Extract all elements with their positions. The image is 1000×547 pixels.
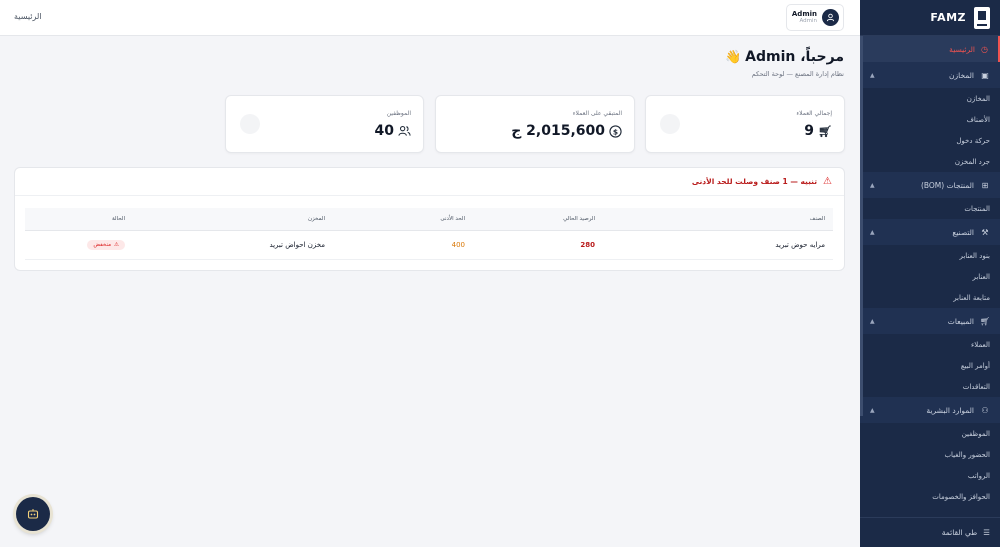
box-icon: ▣ bbox=[981, 70, 989, 80]
sidebar-item-ward-items[interactable]: بنود العنابر bbox=[860, 245, 1000, 266]
user-name: Admin bbox=[791, 9, 817, 18]
sidebar-group-label: المبيعات bbox=[947, 316, 974, 326]
cell-current-balance: 280 bbox=[473, 230, 603, 260]
alert-title: تنبيه — 1 صنف وصلت للحد الأدنى bbox=[691, 177, 818, 186]
stat-number: 2,015,600 ج bbox=[511, 123, 605, 139]
user-info: Admin Admin bbox=[791, 9, 817, 25]
sidebar-scrollbar[interactable] bbox=[860, 36, 863, 416]
sidebar-item-inventory[interactable]: جرد المخزن bbox=[860, 151, 1000, 172]
sidebar-item-attendance[interactable]: الحضور والغياب bbox=[860, 444, 1000, 465]
page-subtitle: نظام إدارة المصنع — لوحة التحكم bbox=[751, 70, 844, 78]
sidebar-item-products[interactable]: المنتجات bbox=[860, 198, 1000, 219]
low-stock-alert-panel: تنبيه — 1 صنف وصلت للحد الأدنى ⚠ الصنف ا… bbox=[14, 167, 845, 271]
wave-hand-icon: 👋 bbox=[724, 49, 742, 65]
stat-number: 9 bbox=[804, 123, 815, 139]
sidebar-item-warehouses[interactable]: المخازن bbox=[860, 88, 1000, 109]
breadcrumb[interactable]: الرئيسية bbox=[14, 12, 42, 21]
table-row[interactable]: مرايه حوض تبريد 280 400 مخزن احواض تبريد… bbox=[25, 230, 833, 260]
caret-up-icon: ▲ bbox=[870, 71, 875, 79]
sidebar-item-salaries[interactable]: الرواتب bbox=[860, 465, 1000, 486]
stat-card-customers: إجمالي العملاء 🛒︎ 9 bbox=[645, 95, 845, 153]
sidebar-group-label: التصنيع bbox=[952, 227, 974, 237]
stat-value: 🛒︎ 9 bbox=[804, 123, 832, 139]
stat-value: $ 2,015,600 ج bbox=[511, 123, 622, 139]
welcome-text: مرحباً، Admin bbox=[745, 49, 844, 65]
sidebar-group-products[interactable]: ⊞ المنتجات (BOM) ▲ bbox=[860, 172, 1000, 198]
user-role: Admin bbox=[799, 18, 817, 25]
menu-icon: ☰ bbox=[983, 528, 990, 537]
status-text: منخفض bbox=[93, 241, 112, 248]
sidebar-item-home[interactable]: ◷ الرئيسية bbox=[860, 36, 1000, 62]
sidebar-item-employees[interactable]: الموظفين bbox=[860, 423, 1000, 444]
column-header: الرصيد الحالي bbox=[473, 208, 603, 231]
status-badge: ⚠ منخفض bbox=[87, 239, 125, 250]
caret-up-icon: ▲ bbox=[870, 181, 875, 189]
top-bar: الرئيسية Admin Admin bbox=[0, 0, 860, 36]
sidebar: FAMZ ◷ الرئيسية ▣ المخازن ▲ المخازن الأص… bbox=[860, 0, 1000, 547]
sidebar-group-label: المخازن bbox=[949, 70, 974, 80]
sidebar-group-warehouses[interactable]: ▣ المخازن ▲ bbox=[860, 62, 1000, 88]
sidebar-group-sales[interactable]: 🛒︎ المبيعات ▲ bbox=[860, 308, 1000, 334]
sidebar-group-hr[interactable]: ⚇ الموارد البشرية ▲ bbox=[860, 397, 1000, 423]
column-header: الحالة bbox=[25, 208, 133, 231]
users-icon bbox=[398, 126, 411, 136]
sidebar-item-stock-in[interactable]: حركة دخول bbox=[860, 130, 1000, 151]
collapse-menu-label: طي القائمة bbox=[941, 528, 978, 537]
robot-icon bbox=[27, 509, 39, 519]
sidebar-item-label: الرئيسية bbox=[949, 44, 976, 54]
warning-icon: ⚠ bbox=[114, 241, 119, 248]
assistant-bot-button[interactable] bbox=[16, 497, 50, 531]
sidebar-group-label: الموارد البشرية bbox=[926, 405, 974, 415]
wrench-icon: ⚒ bbox=[981, 227, 989, 237]
alert-header: تنبيه — 1 صنف وصلت للحد الأدنى ⚠ bbox=[15, 168, 844, 196]
dollar-icon: $ bbox=[609, 124, 622, 138]
caret-up-icon: ▲ bbox=[870, 406, 875, 414]
decorative-circle bbox=[660, 114, 680, 134]
column-header: الحد الأدنى bbox=[333, 208, 473, 231]
stat-card-employees: الموظفين 40 bbox=[225, 95, 424, 153]
clock-icon: ◷ bbox=[981, 44, 988, 54]
sidebar-item-ward-tracking[interactable]: متابعة العنابر bbox=[860, 287, 1000, 308]
sidebar-item-sales-orders[interactable]: أوامر البيع bbox=[860, 355, 1000, 376]
avatar bbox=[822, 9, 839, 26]
sidebar-item-customers[interactable]: العملاء bbox=[860, 334, 1000, 355]
sidebar-item-contracts[interactable]: التعاقدات bbox=[860, 376, 1000, 397]
table-header-row: الصنف الرصيد الحالي الحد الأدنى المخزن ا… bbox=[25, 208, 833, 231]
brand-logo bbox=[974, 6, 990, 29]
cell-minimum: 400 bbox=[333, 230, 473, 260]
users-icon: ⚇ bbox=[981, 405, 989, 415]
sidebar-item-incentives[interactable]: الحوافز والخصومات bbox=[860, 486, 1000, 507]
user-icon bbox=[826, 13, 835, 22]
cell-item: مرايه حوض تبريد bbox=[603, 230, 833, 260]
sidebar-group-label: المنتجات (BOM) bbox=[920, 180, 974, 190]
column-header: الصنف bbox=[603, 208, 833, 231]
column-header: المخزن bbox=[133, 208, 333, 231]
stat-number: 40 bbox=[374, 123, 394, 139]
stat-label: إجمالي العملاء bbox=[796, 110, 832, 117]
grid-icon: ⊞ bbox=[981, 180, 989, 190]
decorative-circle bbox=[240, 114, 260, 134]
collapse-menu-button[interactable]: ☰ طي القائمة bbox=[860, 517, 1000, 547]
brand[interactable]: FAMZ bbox=[860, 0, 1000, 36]
caret-up-icon: ▲ bbox=[870, 228, 875, 236]
sidebar-item-items[interactable]: الأصناف bbox=[860, 109, 1000, 130]
stat-label: الموظفين bbox=[386, 110, 411, 117]
page-title: مرحباً، Admin 👋 bbox=[725, 49, 844, 65]
sidebar-group-manufacturing[interactable]: ⚒ التصنيع ▲ bbox=[860, 219, 1000, 245]
stat-label: المتبقي على العملاء bbox=[572, 110, 622, 117]
warning-icon: ⚠ bbox=[823, 176, 832, 187]
cart-icon: 🛒︎ bbox=[979, 316, 990, 326]
cart-icon: 🛒︎ bbox=[818, 124, 832, 138]
user-menu[interactable]: Admin Admin bbox=[786, 4, 844, 31]
stat-card-receivables: المتبقي على العملاء $ 2,015,600 ج bbox=[435, 95, 635, 153]
brand-name: FAMZ bbox=[930, 11, 966, 24]
stat-value: 40 bbox=[375, 123, 411, 139]
cell-warehouse: مخزن احواض تبريد bbox=[133, 230, 333, 260]
caret-up-icon: ▲ bbox=[870, 317, 875, 325]
sidebar-item-wards[interactable]: العنابر bbox=[860, 266, 1000, 287]
svg-text:$: $ bbox=[613, 127, 618, 136]
cell-status: ⚠ منخفض bbox=[25, 230, 133, 260]
low-stock-table: الصنف الرصيد الحالي الحد الأدنى المخزن ا… bbox=[25, 208, 833, 260]
